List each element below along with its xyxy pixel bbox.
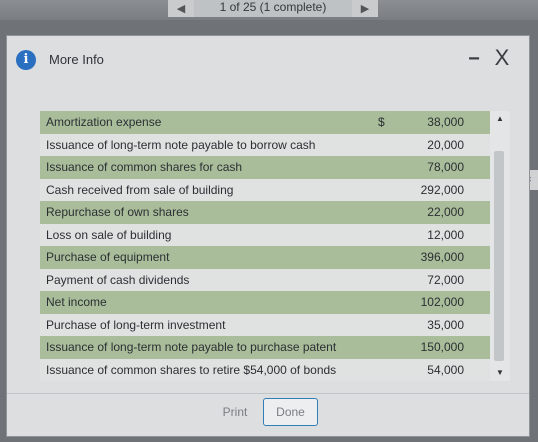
row-value: 54,000 — [427, 362, 464, 377]
footer-divider — [7, 393, 529, 394]
right-arrow-icon[interactable]: ▶ — [352, 0, 378, 17]
table-row: Amortization expense $38,000 — [40, 111, 490, 134]
row-value: 35,000 — [427, 317, 464, 332]
minimize-button[interactable]: − — [465, 48, 483, 70]
dialog-header: i More Info − X — [7, 36, 529, 84]
table-row: Cash received from sale of building 292,0… — [40, 179, 490, 202]
pager-label: 1 of 25 (1 complete) — [194, 0, 352, 17]
scrollbar-thumb[interactable] — [494, 151, 504, 361]
row-label: Issuance of common shares for cash — [46, 160, 243, 175]
row-label: Issuance of common shares to retire $54,… — [46, 362, 337, 377]
row-label: Net income — [46, 295, 107, 310]
table-row: Issuance of common shares for cash 78,000 — [40, 156, 490, 179]
scroll-down-icon[interactable]: ▼ — [490, 365, 510, 381]
print-button[interactable]: Print — [210, 398, 260, 426]
table-row: Issuance of long-term note payable to bo… — [40, 134, 490, 157]
table-row: Loss on sale of building 12,000 — [40, 224, 490, 247]
row-label: Purchase of equipment — [46, 250, 170, 265]
row-label: Payment of cash dividends — [46, 272, 190, 287]
table-row: Issuance of common shares to retire $54,… — [40, 359, 490, 382]
row-value: 292,000 — [420, 182, 464, 197]
row-value: 78,000 — [427, 160, 464, 175]
table-row: Purchase of long-term investment 35,000 — [40, 314, 490, 337]
row-label: Purchase of long-term investment — [46, 317, 226, 332]
dialog-title: More Info — [49, 52, 104, 67]
row-label: Cash received from sale of building — [46, 182, 234, 197]
left-arrow-icon[interactable]: ◀ — [168, 0, 194, 17]
currency-symbol: $ — [378, 115, 385, 130]
row-value: 396,000 — [420, 250, 464, 265]
table-row: Net income 102,000 — [40, 291, 490, 314]
top-bar: ◀ 1 of 25 (1 complete) ▶ — [0, 0, 538, 20]
scroll-up-icon[interactable]: ▲ — [490, 111, 510, 127]
row-value: 12,000 — [427, 227, 464, 242]
row-value: 20,000 — [427, 137, 464, 152]
info-table: Amortization expense $38,000 Issuance of l… — [40, 111, 490, 381]
more-info-dialog: i More Info − X Amortization expense $38,… — [6, 35, 530, 437]
row-value: 72,000 — [427, 272, 464, 287]
row-label: Loss on sale of building — [46, 227, 172, 242]
table-row: Payment of cash dividends 72,000 — [40, 269, 490, 292]
table-row: Purchase of equipment 396,000 — [40, 246, 490, 269]
row-label: Repurchase of own shares — [46, 205, 189, 220]
close-button[interactable]: X — [491, 46, 513, 70]
row-value: 38,000 — [427, 115, 464, 130]
table-row: Issuance of long-term note payable to pu… — [40, 336, 490, 359]
row-label: Amortization expense — [46, 115, 162, 130]
info-icon: i — [16, 50, 36, 70]
row-value: 22,000 — [427, 205, 464, 220]
row-value: 150,000 — [420, 340, 464, 355]
row-label: Issuance of long-term note payable to bo… — [46, 137, 316, 152]
question-pager: ◀ 1 of 25 (1 complete) ▶ — [168, 0, 378, 17]
info-table-scroll-area[interactable]: Amortization expense $38,000 Issuance of l… — [40, 111, 510, 381]
table-row: Repurchase of own shares 22,000 — [40, 201, 490, 224]
vertical-scrollbar[interactable]: ▲ ▼ — [490, 111, 510, 381]
row-value: 102,000 — [420, 295, 464, 310]
done-button[interactable]: Done — [263, 398, 318, 426]
row-label: Issuance of long-term note payable to pu… — [46, 340, 337, 355]
